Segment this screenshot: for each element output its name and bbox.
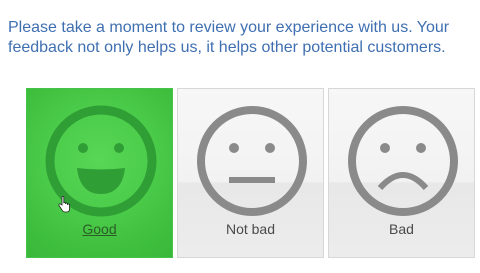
sad-face-icon (348, 106, 458, 216)
rating-options: Good Not bad Bad (26, 88, 475, 258)
review-prompt-line-2: feedback not only helps us, it helps oth… (8, 39, 446, 56)
review-prompt-line-1: Please take a moment to review your expe… (8, 19, 450, 36)
rating-option-not-bad[interactable]: Not bad (177, 88, 324, 258)
review-prompt: Please take a moment to review your expe… (8, 18, 474, 58)
rating-label-good: Good (82, 221, 117, 237)
rating-option-good[interactable]: Good (26, 88, 173, 258)
rating-option-bad[interactable]: Bad (328, 88, 475, 258)
rating-label-not-bad: Not bad (225, 221, 276, 237)
rating-label-bad: Bad (389, 221, 414, 237)
neutral-face-icon (197, 106, 307, 216)
hand-cursor-icon (58, 196, 70, 213)
